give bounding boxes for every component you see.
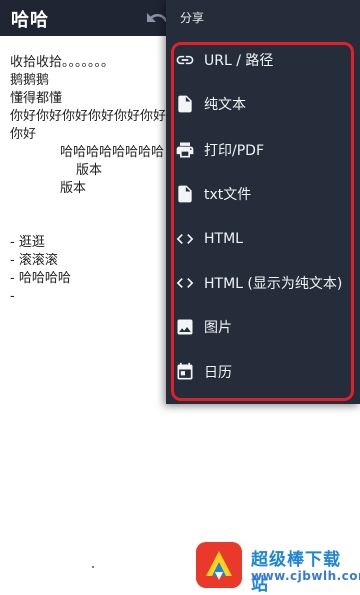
note-list-item: - 哈哈哈哈 bbox=[10, 271, 71, 286]
share-txt-file-item[interactable]: txt文件 bbox=[174, 174, 354, 214]
image-icon bbox=[175, 317, 195, 337]
share-print-pdf-label: 打印/PDF bbox=[204, 143, 264, 159]
link-icon bbox=[175, 50, 195, 70]
share-url-label: URL / 路径 bbox=[204, 53, 274, 69]
note-content[interactable]: 收拾收拾。。。。。。。 鹅鹅鹅 懂得都懂 你好你好你好你好你好你好 你好 哈哈哈… bbox=[10, 54, 170, 306]
share-html-plain-label: HTML (显示为纯文本) bbox=[204, 276, 343, 292]
share-calendar-label: 日历 bbox=[204, 365, 232, 381]
note-line: 版本 bbox=[76, 163, 103, 178]
calendar-icon bbox=[175, 362, 195, 382]
note-line: 懂得都懂 bbox=[10, 91, 63, 106]
share-html-label: HTML bbox=[204, 231, 243, 247]
share-image-label: 图片 bbox=[204, 320, 232, 336]
share-calendar-item[interactable]: 日历 bbox=[174, 352, 354, 392]
share-plain-text-item[interactable]: 纯文本 bbox=[174, 84, 354, 124]
dot bbox=[92, 566, 94, 568]
note-line: 你好你好你好你好你好你好 bbox=[10, 109, 167, 124]
watermark-logo-icon bbox=[196, 542, 242, 588]
share-txt-file-label: txt文件 bbox=[204, 187, 252, 203]
share-html-plain-item[interactable]: HTML (显示为纯文本) bbox=[174, 263, 354, 303]
share-print-pdf-item[interactable]: 打印/PDF bbox=[174, 130, 354, 170]
note-line: 版本 bbox=[60, 181, 87, 196]
note-list-item: - 滚滚滚 bbox=[10, 253, 58, 268]
share-menu: 分享 URL / 路径 纯文本 打印/PDF txt文件 HTML HTML (… bbox=[166, 0, 360, 404]
app-title: 哈哈 bbox=[11, 10, 49, 31]
note-line: 你好 bbox=[10, 127, 37, 142]
printer-icon bbox=[175, 140, 195, 160]
code-icon bbox=[175, 273, 195, 293]
note-list-item: - 逛逛 bbox=[10, 235, 45, 250]
share-html-item[interactable]: HTML bbox=[174, 219, 354, 259]
share-plain-text-label: 纯文本 bbox=[204, 97, 246, 113]
share-url-item[interactable]: URL / 路径 bbox=[174, 40, 354, 80]
watermark-url: www.cjbwlh.com bbox=[251, 569, 360, 583]
share-menu-header: 分享 bbox=[180, 11, 205, 25]
watermark: 超级棒下载站 www.cjbwlh.com bbox=[196, 540, 360, 595]
share-image-item[interactable]: 图片 bbox=[174, 307, 354, 347]
note-line: 哈哈哈哈哈哈哈哈 bbox=[60, 145, 165, 160]
document-icon bbox=[175, 94, 195, 114]
note-list-item: - bbox=[10, 289, 15, 304]
note-line: 鹅鹅鹅 bbox=[10, 73, 50, 88]
note-line: 收拾收拾。。。。。。。 bbox=[10, 55, 115, 70]
document-icon bbox=[175, 184, 195, 204]
code-icon bbox=[175, 229, 195, 249]
